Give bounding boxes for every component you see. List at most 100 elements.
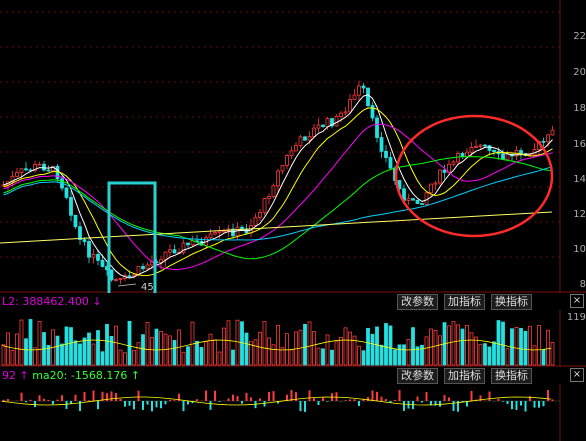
macd-bar bbox=[92, 390, 95, 401]
macd-bar bbox=[110, 391, 113, 401]
candle-body bbox=[478, 144, 483, 147]
volume-bar bbox=[402, 344, 406, 366]
candle-body bbox=[460, 153, 465, 157]
volume-bar bbox=[496, 320, 501, 366]
volume-bar bbox=[168, 335, 172, 366]
candle-body bbox=[361, 85, 366, 89]
volume-bar bbox=[186, 346, 190, 366]
candle-body bbox=[433, 182, 438, 185]
candle-body bbox=[420, 203, 424, 205]
macd-bar bbox=[380, 396, 383, 401]
macd-bar bbox=[83, 391, 86, 401]
volume-bar bbox=[145, 322, 150, 366]
candle-body bbox=[73, 214, 78, 228]
macd-bar bbox=[245, 392, 248, 401]
close-icon[interactable]: × bbox=[570, 294, 584, 308]
volume-bar bbox=[258, 331, 262, 366]
macd-bar bbox=[61, 395, 63, 401]
volume-bar bbox=[127, 320, 132, 366]
candle-body bbox=[253, 216, 258, 226]
volume-bar bbox=[420, 344, 424, 366]
macd-bar bbox=[187, 401, 189, 405]
candle-body bbox=[438, 169, 442, 184]
volume-bar bbox=[384, 323, 388, 366]
candle-body bbox=[91, 253, 96, 258]
candle-body bbox=[46, 169, 51, 172]
candle-body bbox=[258, 212, 262, 218]
macd-bar bbox=[322, 397, 324, 401]
candle-body bbox=[370, 105, 375, 119]
candle-body bbox=[546, 134, 550, 143]
volume-bar bbox=[478, 344, 483, 366]
candle-body bbox=[357, 85, 361, 96]
macd-bar bbox=[128, 401, 131, 406]
volume-bars bbox=[1, 319, 555, 366]
candle-body bbox=[208, 233, 213, 239]
volume-bar bbox=[60, 343, 64, 366]
macd-bar bbox=[209, 401, 212, 410]
macd-bar bbox=[236, 396, 239, 401]
volume-indicator-value: L2: 388462.400 bbox=[2, 295, 89, 308]
macd-bar bbox=[533, 401, 536, 408]
close-icon[interactable]: × bbox=[570, 368, 584, 382]
macd-bar bbox=[452, 401, 455, 411]
volume-bar bbox=[100, 351, 105, 366]
candle-body bbox=[82, 239, 87, 242]
volume-bar bbox=[222, 327, 226, 366]
candle-body bbox=[96, 253, 100, 261]
volume-bar bbox=[334, 341, 339, 366]
add-indicator-button[interactable]: 加指标 bbox=[444, 294, 485, 310]
macd-indicator-readout: 92 ↑ ma20: -1568.176 ↑ bbox=[2, 367, 140, 384]
macd-bar bbox=[146, 401, 149, 405]
price-tick: 20 bbox=[573, 67, 586, 78]
candle-body bbox=[312, 127, 316, 137]
volume-bar bbox=[271, 344, 276, 366]
macd-bar bbox=[421, 401, 423, 403]
candlesticks bbox=[1, 80, 555, 284]
macd-bar bbox=[308, 390, 311, 401]
volume-bar bbox=[105, 323, 109, 366]
volume-bar bbox=[172, 340, 177, 366]
edit-params-button[interactable]: 改参数 bbox=[397, 294, 438, 310]
volume-bar bbox=[91, 343, 96, 366]
macd-bar bbox=[47, 399, 50, 401]
annotation-pointer bbox=[117, 283, 137, 287]
macd-bar bbox=[506, 401, 509, 405]
ma-line bbox=[3, 123, 553, 271]
volume-bar bbox=[199, 347, 204, 366]
macd-bar bbox=[367, 397, 369, 401]
volume-bar bbox=[1, 344, 6, 366]
candle-body bbox=[217, 230, 222, 234]
volume-bar bbox=[289, 349, 294, 366]
price-tick: 16 bbox=[573, 139, 586, 150]
edit-params-button[interactable]: 改参数 bbox=[397, 368, 438, 384]
macd-bar bbox=[29, 399, 32, 401]
down-arrow-icon: ↓ bbox=[92, 295, 102, 308]
candle-body bbox=[487, 145, 492, 151]
volume-bar bbox=[456, 324, 460, 366]
macd-bar bbox=[443, 395, 446, 401]
volume-bar bbox=[492, 341, 496, 366]
macd-bar bbox=[218, 401, 221, 402]
macd-bar bbox=[151, 401, 153, 412]
macd-bar bbox=[326, 401, 329, 402]
volume-bar bbox=[6, 332, 10, 366]
add-indicator-button[interactable]: 加指标 bbox=[444, 368, 485, 384]
macd-bar bbox=[133, 401, 135, 410]
macd-bar bbox=[502, 401, 504, 402]
macd-bar bbox=[335, 392, 338, 401]
macd-bar bbox=[313, 398, 315, 401]
volume-bar bbox=[393, 349, 397, 366]
candle-body bbox=[262, 198, 267, 213]
candle-body bbox=[15, 172, 19, 177]
switch-indicator-button[interactable]: 换指标 bbox=[491, 294, 532, 310]
volume-bar bbox=[204, 341, 208, 366]
price-tick: 10 bbox=[573, 244, 586, 255]
volume-bar bbox=[366, 327, 370, 366]
volume-bar bbox=[375, 326, 379, 366]
volume-bar bbox=[28, 319, 33, 366]
candle-body bbox=[550, 129, 555, 136]
switch-indicator-button[interactable]: 换指标 bbox=[491, 368, 532, 384]
volume-bar bbox=[514, 327, 519, 366]
volume-bar bbox=[361, 350, 366, 366]
